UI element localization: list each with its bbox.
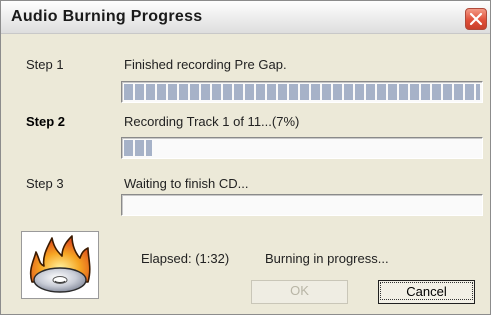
step-3-status: Waiting to finish CD... xyxy=(124,176,249,191)
cancel-button-label: Cancel xyxy=(380,282,473,300)
title-bar: Audio Burning Progress xyxy=(1,1,490,34)
step-2-status: Recording Track 1 of 11...(7%) xyxy=(124,114,300,129)
step-1-label: Step 1 xyxy=(26,57,64,72)
cancel-button[interactable]: Cancel xyxy=(378,280,475,304)
burning-cd-icon xyxy=(29,235,91,293)
step-1-progress-bar xyxy=(121,81,483,103)
burning-status-message: Burning in progress... xyxy=(265,251,389,266)
step-2-label: Step 2 xyxy=(26,114,66,129)
step-3-progress-bar xyxy=(121,194,483,216)
close-icon xyxy=(469,12,483,26)
burning-cd-icon-frame xyxy=(21,231,99,299)
close-button[interactable] xyxy=(465,8,487,30)
window-title: Audio Burning Progress xyxy=(11,8,203,25)
step-1-status: Finished recording Pre Gap. xyxy=(124,57,287,72)
step-2-progress-fill xyxy=(124,140,153,156)
step-2-progress-bar xyxy=(121,137,483,159)
burning-progress-dialog: Audio Burning Progress Step 1 Finished r… xyxy=(0,0,491,315)
elapsed-time: Elapsed: (1:32) xyxy=(141,251,230,266)
step-3-label: Step 3 xyxy=(26,176,64,191)
ok-button[interactable]: OK xyxy=(251,280,348,304)
step-1-progress-fill xyxy=(124,84,480,100)
